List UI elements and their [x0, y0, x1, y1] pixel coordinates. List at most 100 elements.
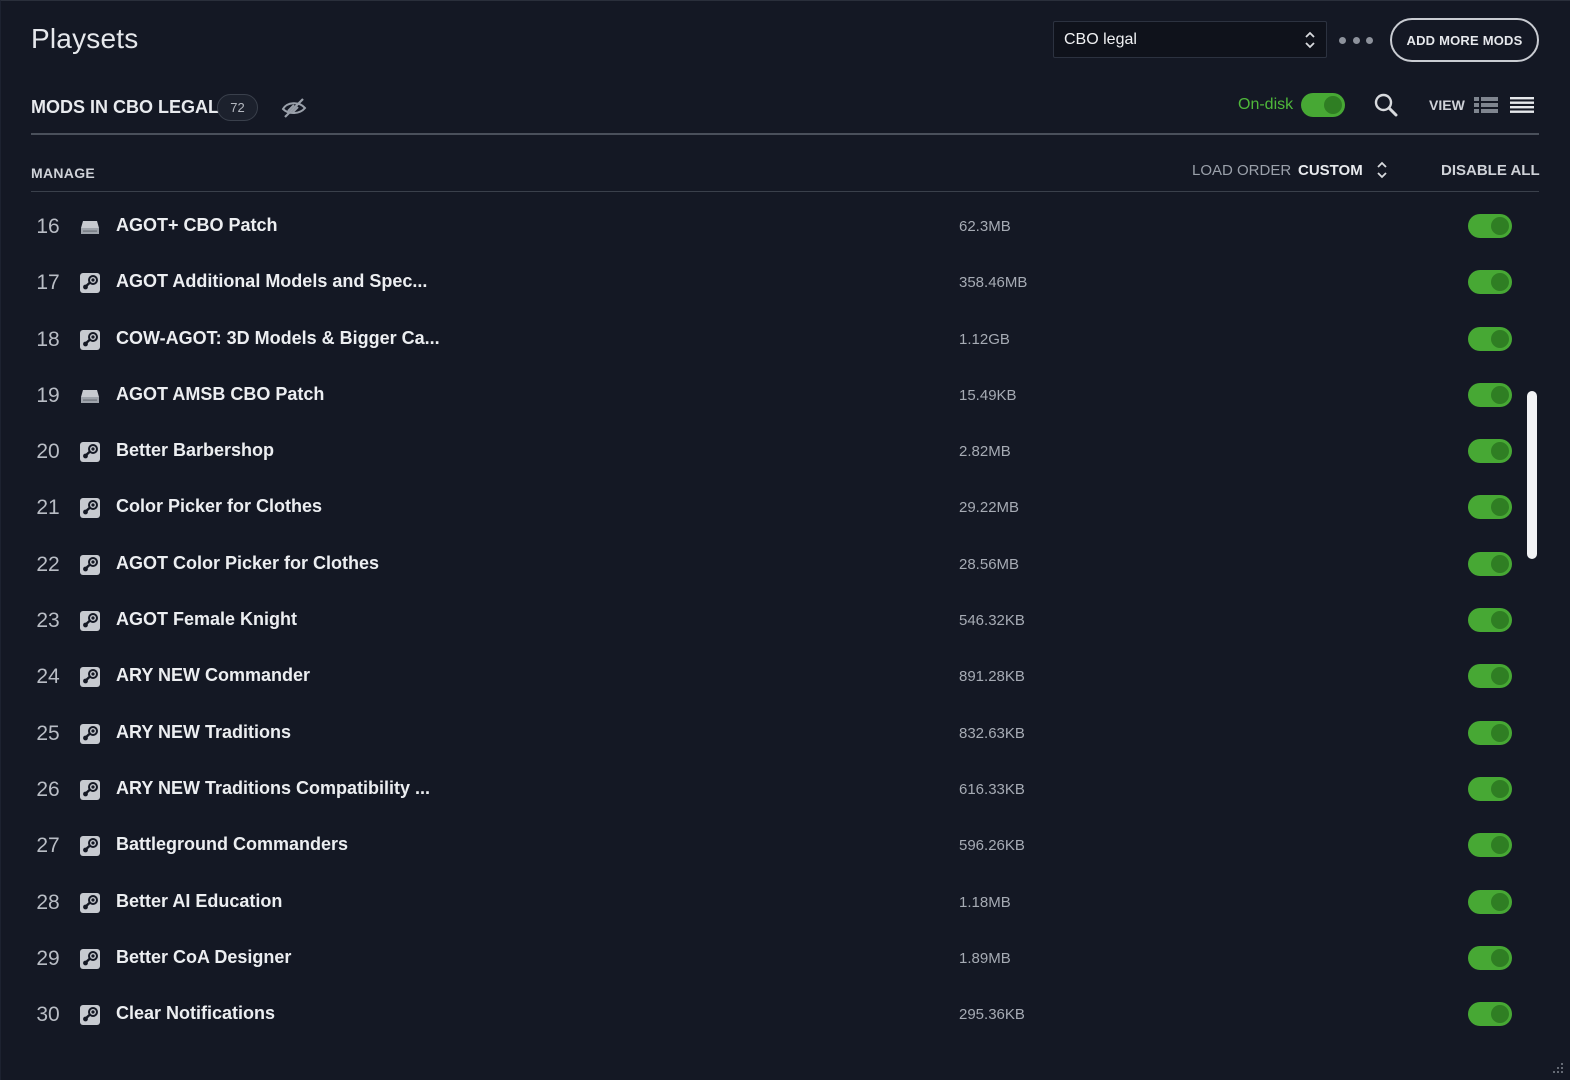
mod-count-badge: 72 [217, 94, 258, 121]
detailed-view-icon[interactable] [1473, 96, 1499, 114]
mod-name: AGOT Female Knight [116, 609, 298, 630]
mod-enabled-toggle[interactable] [1468, 495, 1512, 520]
mod-name: Better Barbershop [116, 440, 275, 461]
compact-list-view-icon[interactable] [1509, 96, 1535, 114]
load-order-number: 27 [36, 834, 60, 858]
mod-name: Better CoA Designer [116, 946, 292, 967]
mod-size: 295.36KB [959, 1006, 1025, 1024]
mod-enabled-toggle[interactable] [1468, 270, 1512, 295]
load-order-number: 24 [36, 665, 60, 689]
local-drive-icon [79, 385, 101, 407]
steam-icon [79, 497, 101, 519]
load-order-number: 28 [36, 890, 60, 914]
mod-enabled-toggle[interactable] [1468, 664, 1512, 689]
mod-enabled-toggle[interactable] [1468, 439, 1512, 464]
mod-enabled-toggle[interactable] [1468, 551, 1512, 576]
mods-section-title: MODS IN CBO LEGAL [31, 97, 219, 117]
mod-name: AGOT Additional Models and Spec... [116, 271, 428, 292]
mod-name: Color Picker for Clothes [116, 496, 323, 517]
mod-row[interactable]: 27 Battleground Commanders 596.26KB [1, 818, 1531, 874]
mod-row[interactable]: 19 AGOT AMSB CBO Patch 15.49KB [1, 368, 1531, 424]
local-drive-icon [79, 216, 101, 238]
ondisk-label: On-disk [1238, 96, 1294, 113]
mod-name: Better AI Education [116, 890, 283, 911]
mod-row[interactable]: 17 AGOT Additional Models and Spec... 358.… [1, 255, 1531, 311]
load-order-number: 22 [36, 552, 60, 576]
load-order-number: 25 [36, 721, 60, 745]
mod-size: 358.46MB [959, 274, 1028, 292]
mod-enabled-toggle[interactable] [1468, 214, 1512, 238]
mod-name: AGOT+ CBO Patch [116, 215, 278, 235]
add-more-mods-button[interactable]: ADD MORE MODS [1390, 18, 1539, 62]
mod-row[interactable]: 23 AGOT Female Knight 546.32KB [1, 593, 1531, 649]
mod-enabled-toggle[interactable] [1468, 776, 1512, 801]
mod-enabled-toggle[interactable] [1468, 945, 1512, 970]
mod-row[interactable]: 29 Better CoA Designer 1.89MB [1, 931, 1531, 987]
mod-row[interactable]: 24 ARY NEW Commander 891.28KB [1, 649, 1531, 705]
chevron-up-down-icon[interactable] [1376, 161, 1388, 179]
mod-enabled-toggle[interactable] [1468, 326, 1512, 351]
mod-row[interactable]: 25 ARY NEW Traditions 832.63KB [1, 706, 1531, 762]
mod-enabled-toggle[interactable] [1468, 1002, 1512, 1027]
mod-row[interactable]: 16 AGOT+ CBO Patch 62.3MB [1, 199, 1531, 255]
mod-name: ARY NEW Commander [116, 665, 311, 686]
mod-row[interactable]: 18 COW-AGOT: 3D Models & Bigger Ca... 1.12… [1, 312, 1531, 368]
playset-dropdown[interactable]: CBO legal [1053, 21, 1327, 58]
steam-icon [79, 272, 101, 294]
load-order-number: 20 [36, 440, 60, 464]
mod-size: 28.56MB [959, 555, 1020, 573]
mod-size: 1.18MB [959, 893, 1011, 911]
resize-grip-icon[interactable] [1552, 1062, 1564, 1074]
hide-disabled-icon[interactable] [280, 96, 308, 120]
mod-enabled-toggle[interactable] [1468, 720, 1512, 745]
steam-icon [79, 835, 101, 857]
mod-enabled-toggle[interactable] [1468, 608, 1512, 633]
mod-row[interactable]: 22 AGOT Color Picker for Clothes 28.56MB [1, 537, 1531, 593]
mod-size: 29.22MB [959, 499, 1020, 517]
mod-row[interactable]: 21 Color Picker for Clothes 29.22MB [1, 480, 1531, 536]
manage-button[interactable]: MANAGE [31, 165, 95, 181]
load-order-number: 26 [36, 777, 60, 801]
mod-enabled-toggle[interactable] [1468, 382, 1512, 407]
disable-all-button[interactable]: DISABLE ALL [1441, 162, 1540, 179]
scrollbar-thumb[interactable] [1527, 391, 1537, 559]
mod-row[interactable]: 28 Better AI Education 1.18MB [1, 875, 1531, 931]
load-order-number: 16 [36, 215, 60, 238]
load-order-label: LOAD ORDER [1192, 162, 1292, 179]
mod-enabled-toggle[interactable] [1468, 889, 1512, 914]
mod-name: AGOT AMSB CBO Patch [116, 383, 325, 404]
steam-icon [79, 329, 101, 351]
mod-size: 832.63KB [959, 724, 1025, 742]
mod-size: 891.28KB [959, 668, 1025, 686]
playset-selected-value: CBO legal [1064, 30, 1137, 48]
page-title: Playsets [31, 23, 139, 54]
mod-size: 616.33KB [959, 780, 1025, 798]
mod-row[interactable]: 30 Clear Notifications 295.36KB [1, 987, 1531, 1043]
mod-row[interactable]: 20 Better Barbershop 2.82MB [1, 424, 1531, 480]
mod-name: COW-AGOT: 3D Models & Bigger Ca... [116, 327, 440, 348]
mod-size: 546.32KB [959, 612, 1025, 630]
header-divider [31, 133, 1539, 135]
mod-name: ARY NEW Traditions Compatibility ... [116, 777, 431, 798]
load-order-value[interactable]: CUSTOM [1298, 162, 1363, 179]
steam-icon [79, 441, 101, 463]
mod-name: Battleground Commanders [116, 834, 349, 855]
list-header-divider [31, 191, 1539, 192]
search-icon[interactable] [1373, 92, 1399, 118]
steam-icon [79, 1004, 101, 1026]
mod-enabled-toggle[interactable] [1468, 833, 1512, 858]
mod-name: ARY NEW Traditions [116, 721, 292, 742]
more-options-icon[interactable] [1339, 29, 1373, 51]
mod-size: 62.3MB [959, 218, 1011, 235]
load-order-number: 23 [36, 609, 60, 633]
steam-icon [79, 610, 101, 632]
steam-icon [79, 948, 101, 970]
load-order-number: 17 [36, 271, 60, 295]
load-order-number: 21 [36, 496, 60, 520]
playsets-window: Playsets CBO legal ADD MORE MODS MODS IN… [0, 0, 1570, 1080]
mod-name: Clear Notifications [116, 1003, 276, 1024]
ondisk-toggle[interactable] [1301, 93, 1345, 117]
mod-size: 1.12GB [959, 330, 1010, 348]
steam-icon [79, 892, 101, 914]
mod-row[interactable]: 26 ARY NEW Traditions Compatibility ... 61… [1, 762, 1531, 818]
